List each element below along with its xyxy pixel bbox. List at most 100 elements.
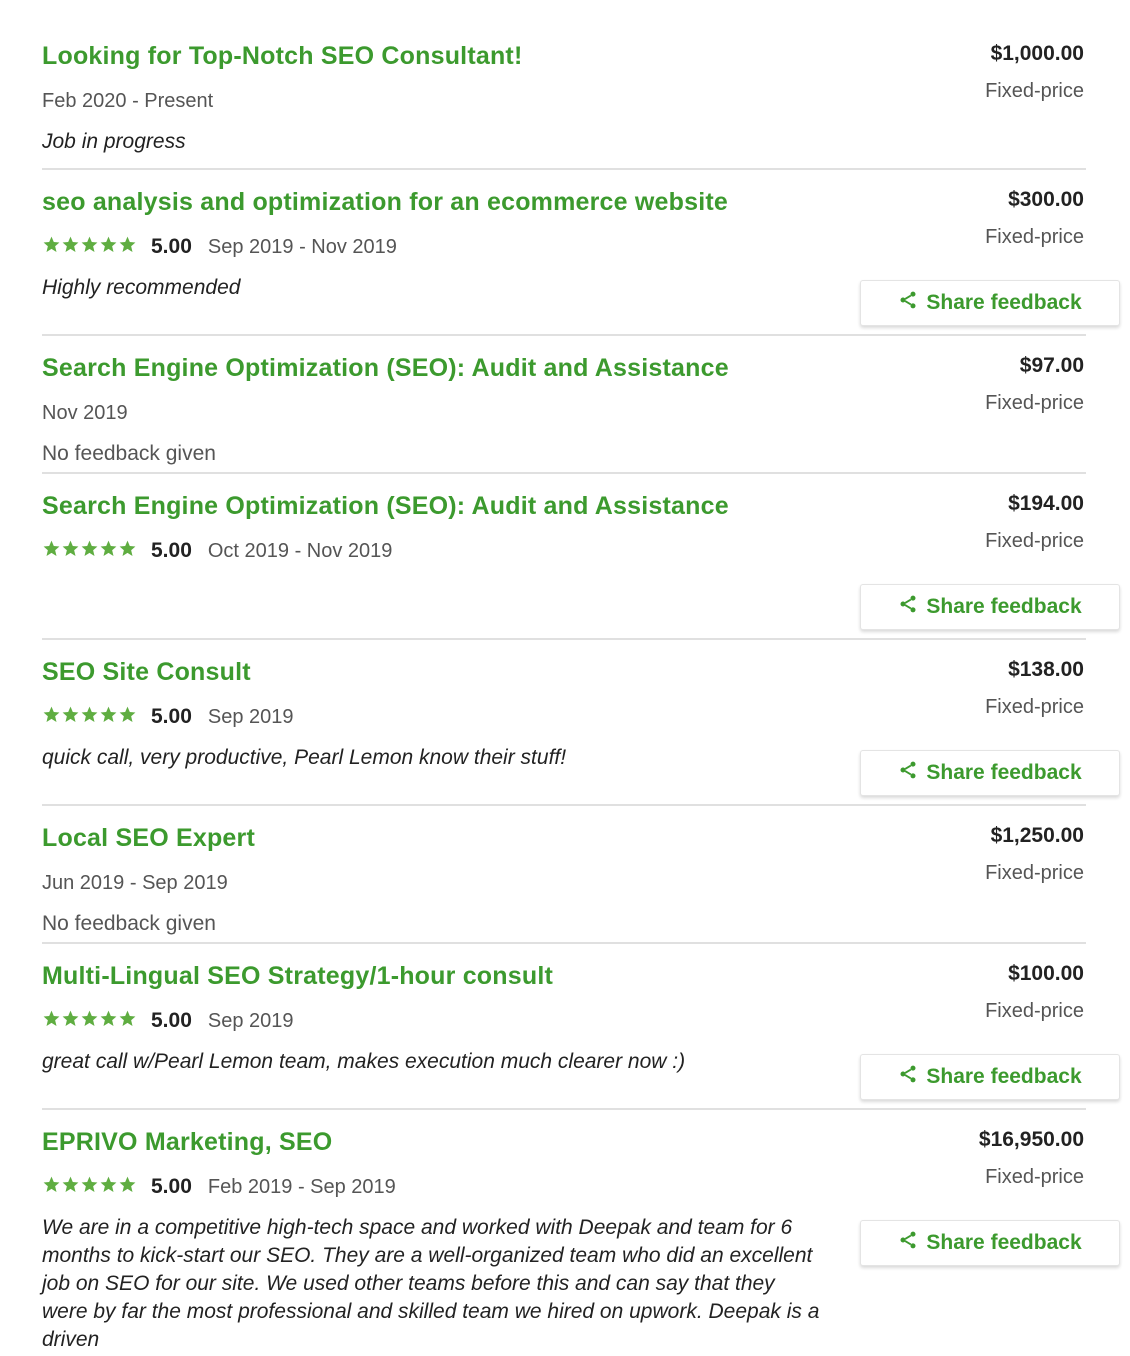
- share-icon: [898, 594, 926, 620]
- share-feedback-label: Share feedback: [926, 761, 1082, 784]
- star-rating: [42, 705, 137, 730]
- price-type: Fixed-price: [985, 392, 1084, 414]
- share-feedback-button[interactable]: Share feedback: [860, 1054, 1120, 1100]
- star-icon: [42, 235, 61, 260]
- star-icon: [99, 235, 118, 260]
- job-meta: Jun 2019 - Sep 2019: [42, 870, 228, 896]
- job-dates: Feb 2020 - Present: [42, 89, 214, 112]
- job-dates: Jun 2019 - Sep 2019: [42, 871, 228, 894]
- divider: [42, 942, 1086, 944]
- star-icon: [42, 539, 61, 564]
- share-feedback-button[interactable]: Share feedback: [860, 280, 1120, 326]
- star-rating: [42, 235, 137, 260]
- star-icon: [118, 539, 137, 564]
- job-meta: Nov 2019: [42, 400, 128, 426]
- share-feedback-label: Share feedback: [926, 1231, 1082, 1254]
- price-type: Fixed-price: [985, 80, 1084, 102]
- job-title-link[interactable]: Looking for Top-Notch SEO Consultant!: [42, 42, 522, 71]
- star-icon: [61, 1175, 80, 1200]
- star-icon: [80, 1009, 99, 1034]
- job-title-link[interactable]: Multi-Lingual SEO Strategy/1-hour consul…: [42, 962, 553, 991]
- share-feedback-label: Share feedback: [926, 291, 1082, 314]
- star-icon: [61, 1009, 80, 1034]
- rating-score: 5.00: [151, 1009, 192, 1032]
- star-icon: [80, 705, 99, 730]
- share-icon: [898, 760, 926, 786]
- job-meta: Feb 2020 - Present: [42, 88, 213, 114]
- job-dates: Sep 2019: [207, 1009, 294, 1032]
- job-meta: 5.00 Oct 2019 - Nov 2019: [42, 538, 392, 564]
- job-dates: Oct 2019 - Nov 2019: [207, 539, 393, 562]
- star-icon: [118, 235, 137, 260]
- star-rating: [42, 1009, 137, 1034]
- share-icon: [898, 1064, 926, 1090]
- share-feedback-button[interactable]: Share feedback: [860, 1220, 1120, 1266]
- star-icon: [80, 1175, 99, 1200]
- share-feedback-button[interactable]: Share feedback: [860, 750, 1120, 796]
- feedback-text: great call w/Pearl Lemon team, makes exe…: [42, 1050, 686, 1073]
- job-amount: $16,950.00: [978, 1128, 1084, 1151]
- divider: [42, 472, 1086, 474]
- job-dates: Sep 2019: [207, 705, 294, 728]
- price-type: Fixed-price: [985, 1000, 1084, 1022]
- job-title-link[interactable]: EPRIVO Marketing, SEO: [42, 1128, 332, 1157]
- job-dates: Feb 2019 - Sep 2019: [207, 1175, 396, 1198]
- price-type: Fixed-price: [985, 862, 1084, 884]
- star-icon: [99, 705, 118, 730]
- price-type: Fixed-price: [985, 530, 1084, 552]
- star-icon: [42, 705, 61, 730]
- divider: [42, 804, 1086, 806]
- star-icon: [99, 1175, 118, 1200]
- star-rating: [42, 1175, 137, 1200]
- star-icon: [42, 1175, 61, 1200]
- job-title-link[interactable]: Search Engine Optimization (SEO): Audit …: [42, 354, 729, 383]
- job-meta: 5.00 Sep 2019 - Nov 2019: [42, 234, 397, 260]
- divider: [42, 1108, 1086, 1110]
- feedback-text: Job in progress: [42, 130, 186, 153]
- job-amount: $1,250.00: [990, 824, 1084, 847]
- job-title-link[interactable]: Local SEO Expert: [42, 824, 255, 853]
- star-icon: [118, 705, 137, 730]
- price-type: Fixed-price: [985, 226, 1084, 248]
- star-icon: [42, 1009, 61, 1034]
- star-icon: [61, 539, 80, 564]
- star-icon: [99, 1009, 118, 1034]
- job-amount: $97.00: [1019, 354, 1084, 377]
- job-amount: $138.00: [1008, 658, 1084, 681]
- job-amount: $300.00: [1008, 188, 1084, 211]
- divider: [42, 168, 1086, 170]
- job-title-link[interactable]: seo analysis and optimization for an eco…: [42, 188, 728, 217]
- divider: [42, 638, 1086, 640]
- rating-score: 5.00: [151, 1175, 192, 1198]
- share-icon: [898, 290, 926, 316]
- share-feedback-label: Share feedback: [926, 595, 1082, 618]
- job-meta: 5.00 Sep 2019: [42, 1008, 294, 1034]
- star-icon: [99, 539, 118, 564]
- job-dates: Nov 2019: [42, 401, 128, 424]
- job-amount: $1,000.00: [990, 42, 1084, 65]
- star-rating: [42, 539, 137, 564]
- star-icon: [61, 235, 80, 260]
- feedback-text: We are in a competitive high-tech space …: [42, 1216, 820, 1351]
- job-dates: Sep 2019 - Nov 2019: [207, 235, 397, 258]
- feedback-text: No feedback given: [42, 912, 216, 935]
- job-title-link[interactable]: SEO Site Consult: [42, 658, 251, 687]
- job-amount: $194.00: [1008, 492, 1084, 515]
- share-feedback-label: Share feedback: [926, 1065, 1082, 1088]
- job-meta: 5.00 Feb 2019 - Sep 2019: [42, 1174, 396, 1200]
- star-icon: [80, 539, 99, 564]
- feedback-text: No feedback given: [42, 442, 216, 465]
- share-feedback-button[interactable]: Share feedback: [860, 584, 1120, 630]
- job-amount: $100.00: [1008, 962, 1084, 985]
- feedback-text: quick call, very productive, Pearl Lemon…: [42, 746, 567, 769]
- price-type: Fixed-price: [985, 1166, 1084, 1188]
- job-title-link[interactable]: Search Engine Optimization (SEO): Audit …: [42, 492, 729, 521]
- star-icon: [80, 235, 99, 260]
- star-icon: [118, 1009, 137, 1034]
- star-icon: [61, 705, 80, 730]
- job-meta: 5.00 Sep 2019: [42, 704, 294, 730]
- rating-score: 5.00: [151, 705, 192, 728]
- divider: [42, 334, 1086, 336]
- star-icon: [118, 1175, 137, 1200]
- price-type: Fixed-price: [985, 696, 1084, 718]
